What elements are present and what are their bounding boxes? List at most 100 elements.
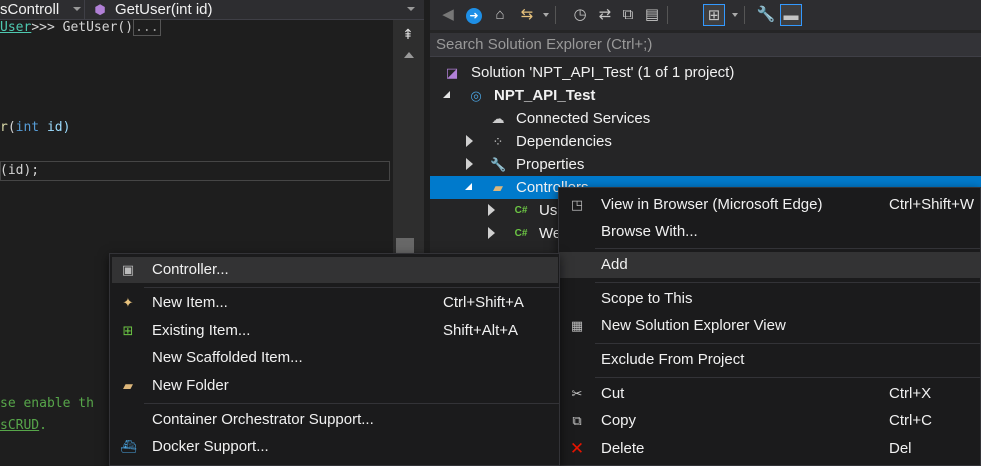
folder-open-icon: ▰ bbox=[493, 180, 503, 195]
code-comment-link[interactable]: sCRUD bbox=[0, 418, 39, 433]
collapsed-arrow-icon[interactable] bbox=[466, 135, 473, 147]
tree-item-label: Connected Services bbox=[516, 110, 651, 127]
menu-item-docker-support[interactable]: ⛴ Docker Support... bbox=[110, 434, 559, 460]
expanded-arrow-icon[interactable] bbox=[465, 183, 472, 190]
controller-file-icon: ▣ bbox=[121, 262, 135, 277]
wrench-icon: 🔧 bbox=[490, 157, 507, 172]
menu-item-existing-item[interactable]: ⊞ Existing Item... Shift+Alt+A bbox=[110, 318, 559, 344]
menu-separator bbox=[595, 282, 980, 283]
code-line: (id); bbox=[0, 162, 39, 180]
tree-item-solution[interactable]: ◪ Solution 'NPT_API_Test' (1 of 1 projec… bbox=[430, 61, 981, 84]
context-menu: ◳ View in Browser (Microsoft Edge) Ctrl+… bbox=[558, 187, 981, 466]
code-keyword: int bbox=[15, 120, 40, 135]
expanded-arrow-icon[interactable] bbox=[443, 91, 450, 98]
visual-studio-solution-icon: ◪ bbox=[445, 65, 459, 80]
split-window-icon[interactable]: ⇞ bbox=[398, 26, 418, 42]
code-param: id) bbox=[39, 120, 71, 135]
type-dropdown[interactable]: sControll bbox=[0, 0, 70, 20]
method-cube-icon: ⬢ bbox=[94, 2, 106, 17]
menu-item-new-item[interactable]: ✦ New Item... Ctrl+Shift+A bbox=[110, 290, 559, 316]
scroll-up-arrow-icon[interactable] bbox=[404, 52, 414, 58]
code-text: >>> GetUser() bbox=[31, 20, 134, 35]
menu-item-label: New Item... bbox=[152, 294, 228, 311]
menu-item-container-orchestrator-support[interactable]: Container Orchestrator Support... bbox=[110, 407, 559, 433]
menu-separator bbox=[595, 248, 980, 249]
tree-item-project[interactable]: ◎ NPT_API_Test bbox=[430, 84, 981, 107]
collapse-all-icon[interactable]: ⧉ bbox=[617, 4, 639, 26]
tree-item-connected-services[interactable]: ☁ Connected Services bbox=[430, 107, 981, 130]
menu-item-exclude-from-project[interactable]: Exclude From Project bbox=[559, 347, 980, 373]
new-folder-icon: ▰ bbox=[123, 378, 133, 393]
member-dropdown[interactable]: GetUser(int id) bbox=[115, 0, 395, 20]
chevron-down-icon[interactable] bbox=[543, 13, 549, 17]
csharp-file-icon: C# bbox=[514, 228, 528, 239]
forward-icon[interactable]: ➜ bbox=[463, 4, 485, 26]
tree-item-label: Solution 'NPT_API_Test' (1 of 1 project) bbox=[471, 64, 735, 81]
menu-item-scope-to-this[interactable]: Scope to This bbox=[559, 286, 980, 312]
copy-icon: ⧉ bbox=[572, 413, 582, 428]
web-project-icon: ◎ bbox=[470, 88, 482, 103]
menu-item-new-solution-explorer-view[interactable]: ▦ New Solution Explorer View bbox=[559, 313, 980, 339]
chevron-down-icon[interactable] bbox=[732, 13, 738, 17]
menu-item-add[interactable]: Add bbox=[559, 252, 980, 278]
home-icon[interactable]: ⌂ bbox=[489, 4, 511, 26]
show-all-files-icon[interactable]: ▤ bbox=[641, 4, 663, 26]
menu-item-browse-with[interactable]: Browse With... bbox=[559, 219, 980, 245]
menu-item-label: Docker Support... bbox=[152, 438, 269, 455]
scissors-icon: ✂ bbox=[571, 386, 583, 401]
chevron-down-icon bbox=[73, 7, 81, 11]
toolbar-divider bbox=[555, 6, 556, 24]
menu-item-controller[interactable]: ▣ Controller... bbox=[112, 257, 558, 283]
menu-item-cut[interactable]: ✂ Cut Ctrl+X bbox=[559, 381, 980, 407]
menu-item-new-scaffolded-item[interactable]: New Scaffolded Item... bbox=[110, 345, 559, 371]
preview-selected-icon[interactable]: ▬ bbox=[780, 4, 802, 26]
back-icon[interactable]: ◀ bbox=[437, 4, 459, 26]
menu-item-label: Controller... bbox=[152, 261, 229, 278]
wrench-properties-icon[interactable]: 🔧 bbox=[755, 4, 777, 26]
tree-item-label: NPT_API_Test bbox=[494, 87, 596, 104]
menu-item-shortcut: Del bbox=[889, 440, 912, 457]
menu-item-view-in-browser[interactable]: ◳ View in Browser (Microsoft Edge) Ctrl+… bbox=[559, 192, 980, 218]
code-text: . bbox=[39, 418, 47, 433]
menu-item-label: New Scaffolded Item... bbox=[152, 349, 303, 366]
code-line: r(int id) bbox=[0, 120, 71, 135]
menu-item-label: New Solution Explorer View bbox=[601, 317, 786, 334]
collapsed-arrow-icon[interactable] bbox=[488, 204, 495, 216]
menu-item-shortcut: Ctrl+X bbox=[889, 385, 932, 402]
menu-item-shortcut: Shift+Alt+A bbox=[443, 322, 519, 339]
sync-active-document-icon[interactable]: ⇆ bbox=[516, 4, 538, 26]
existing-item-icon: ⊞ bbox=[122, 323, 134, 338]
refresh-icon[interactable]: ⇄ bbox=[594, 4, 616, 26]
collapsed-arrow-icon[interactable] bbox=[488, 227, 495, 239]
code-type-link[interactable]: User bbox=[0, 20, 31, 35]
history-icon[interactable]: ◷ bbox=[569, 4, 591, 26]
menu-item-label: Copy bbox=[601, 412, 637, 429]
code-line: User>>> GetUser()... bbox=[0, 19, 161, 37]
menu-separator bbox=[144, 403, 559, 404]
menu-separator bbox=[595, 377, 980, 378]
tree-item-label: Properties bbox=[516, 156, 585, 173]
fold-marker[interactable]: ... bbox=[133, 19, 161, 36]
menu-separator bbox=[595, 343, 980, 344]
csharp-file-icon: C# bbox=[514, 205, 528, 216]
code-line: sCRUD. bbox=[0, 417, 47, 435]
collapsed-arrow-icon[interactable] bbox=[466, 158, 473, 170]
menu-item-label: New Folder bbox=[152, 377, 229, 394]
toolbar-divider bbox=[744, 6, 745, 24]
menu-item-label: Scope to This bbox=[601, 290, 693, 307]
menu-item-label: Delete bbox=[601, 440, 645, 457]
menu-item-new-folder[interactable]: ▰ New Folder bbox=[110, 373, 559, 399]
menu-item-label: Container Orchestrator Support... bbox=[152, 411, 374, 428]
search-input[interactable]: Search Solution Explorer (Ctrl+;) bbox=[430, 33, 981, 57]
delete-x-icon: ✕ bbox=[569, 439, 585, 458]
tree-item-dependencies[interactable]: ⁘ Dependencies bbox=[430, 130, 981, 153]
solution-explorer-toolbar: ◀ ➜ ⌂ ⇆ ◷ ⇄ ⧉ ▤ ⊞ 🔧 ▬ bbox=[430, 0, 981, 30]
new-explorer-view-icon: ▦ bbox=[570, 318, 584, 333]
menu-item-delete[interactable]: ✕ Delete Del bbox=[559, 436, 980, 462]
code-comment: se enable th bbox=[0, 396, 94, 411]
switch-views-icon[interactable]: ⊞ bbox=[703, 4, 725, 26]
tree-item-label: Dependencies bbox=[516, 133, 612, 150]
menu-item-copy[interactable]: ⧉ Copy Ctrl+C bbox=[559, 408, 980, 434]
tree-item-properties[interactable]: 🔧 Properties bbox=[430, 153, 981, 176]
editor-navigation-bar: sControll ⬢ GetUser(int id) bbox=[0, 0, 424, 20]
